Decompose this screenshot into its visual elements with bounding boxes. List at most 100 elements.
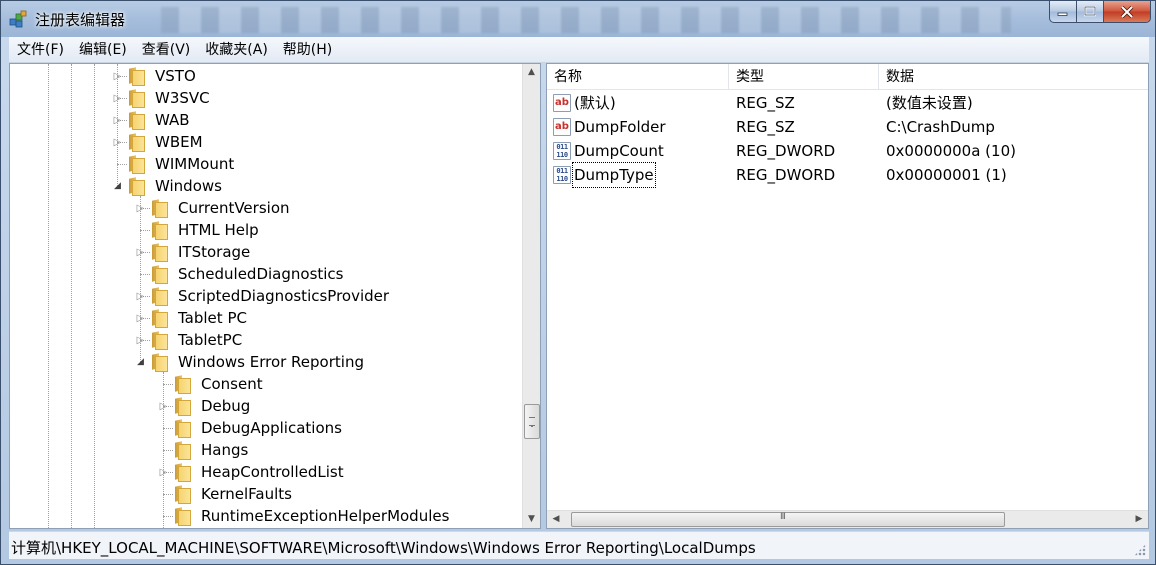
scroll-right-arrow-icon[interactable]: ▶ — [1130, 511, 1148, 528]
string-value-icon: ab — [553, 94, 571, 112]
tree-node-wimmount[interactable]: WIMMount — [155, 155, 234, 173]
folder-icon — [128, 67, 145, 86]
list-horizontal-scrollbar[interactable]: ◀ ▶ — [547, 510, 1148, 528]
folder-icon — [174, 463, 191, 482]
menu-bar: 文件(F) 编辑(E) 查看(V) 收藏夹(A) 帮助(H) — [9, 37, 1149, 63]
tree-node-wbem[interactable]: WBEM — [155, 133, 203, 151]
tree-node-html-help[interactable]: HTML Help — [178, 221, 259, 239]
string-value-icon: ab — [553, 118, 571, 136]
list-header: 名称 类型 数据 — [547, 64, 1148, 90]
folder-icon — [174, 441, 191, 460]
expand-arrow-icon[interactable] — [136, 314, 145, 323]
folder-icon — [128, 155, 145, 174]
tree-node-tablet-pc[interactable]: Tablet PC — [178, 309, 247, 327]
value-row[interactable]: 011 110 DumpType REG_DWORD 0x00000001 (1… — [547, 162, 1148, 188]
tree-node-tabletpc[interactable]: TabletPC — [178, 331, 242, 349]
value-type: REG_SZ — [736, 118, 795, 136]
window-title: 注册表编辑器 — [35, 11, 126, 29]
value-type: REG_DWORD — [736, 142, 836, 160]
folder-open-icon — [128, 177, 145, 196]
maximize-button[interactable] — [1077, 1, 1104, 23]
tree-vertical-scrollbar[interactable]: ▲ ▼ — [522, 64, 540, 528]
minimize-icon — [1057, 12, 1068, 16]
tree-node-debugapplications[interactable]: DebugApplications — [201, 419, 342, 437]
menu-favorites[interactable]: 收藏夹(A) — [197, 38, 275, 62]
value-name: (默认) — [574, 94, 616, 112]
column-header-data[interactable]: 数据 — [879, 64, 1148, 89]
folder-icon — [128, 89, 145, 108]
value-row[interactable]: ab (默认) REG_SZ (数值未设置) — [547, 91, 1148, 115]
tree-guide-line — [71, 64, 72, 528]
tree-node-windows[interactable]: Windows — [155, 177, 222, 195]
title-bar[interactable]: 注册表编辑器 — [1, 1, 1155, 37]
blurred-background — [161, 7, 1011, 33]
tree-node-kernelfaults[interactable]: KernelFaults — [201, 485, 292, 503]
value-data: (数值未设置) — [886, 94, 973, 112]
value-type: REG_SZ — [736, 94, 795, 112]
tree-node-itstorage[interactable]: ITStorage — [178, 243, 250, 261]
tree-node-scripteddiagnosticsprovider[interactable]: ScriptedDiagnosticsProvider — [178, 287, 389, 305]
scrollbar-thumb[interactable] — [571, 512, 1005, 527]
scroll-left-arrow-icon[interactable]: ◀ — [547, 511, 565, 528]
expand-arrow-icon[interactable] — [136, 336, 145, 345]
expand-arrow-icon[interactable] — [113, 138, 122, 147]
collapse-arrow-icon[interactable] — [113, 182, 122, 191]
expand-arrow-icon[interactable] — [113, 94, 122, 103]
folder-icon — [174, 375, 191, 394]
column-header-type[interactable]: 类型 — [729, 64, 879, 89]
tree-node-hangs[interactable]: Hangs — [201, 441, 248, 459]
close-button[interactable] — [1104, 1, 1151, 23]
tree-node-w3svc[interactable]: W3SVC — [155, 89, 210, 107]
folder-icon — [174, 397, 191, 416]
tree-node-runtimeexceptionhelpermodules[interactable]: RuntimeExceptionHelperModules — [201, 507, 449, 525]
dword-value-icon: 011 110 — [553, 142, 571, 160]
maximize-icon — [1084, 6, 1096, 17]
collapse-arrow-icon[interactable] — [136, 358, 145, 367]
value-data: C:\CrashDump — [886, 118, 995, 136]
scrollbar-thumb[interactable] — [524, 404, 540, 439]
value-row[interactable]: ab DumpFolder REG_SZ C:\CrashDump — [547, 115, 1148, 139]
resize-grip-icon[interactable] — [1134, 544, 1146, 556]
dword-value-icon: 011 110 — [553, 166, 571, 184]
menu-file[interactable]: 文件(F) — [9, 38, 71, 62]
tree-guide-line — [163, 516, 173, 517]
column-header-name[interactable]: 名称 — [547, 64, 729, 89]
expand-arrow-icon[interactable] — [113, 72, 122, 81]
menu-edit[interactable]: 编辑(E) — [71, 38, 134, 62]
tree-node-scheduleddiagnostics[interactable]: ScheduledDiagnostics — [178, 265, 344, 283]
tree-node-wab[interactable]: WAB — [155, 111, 190, 129]
minimize-button[interactable] — [1049, 1, 1077, 23]
tree-guide-line — [163, 384, 173, 385]
folder-icon — [128, 133, 145, 152]
tree-node-consent[interactable]: Consent — [201, 375, 263, 393]
expand-arrow-icon[interactable] — [113, 116, 122, 125]
expand-arrow-icon[interactable] — [136, 204, 145, 213]
folder-icon — [151, 287, 168, 306]
scroll-down-arrow-icon[interactable]: ▼ — [523, 511, 540, 528]
expand-arrow-icon[interactable] — [159, 468, 168, 477]
expand-arrow-icon[interactable] — [159, 402, 168, 411]
values-list-pane[interactable]: 名称 类型 数据 ab (默认) REG_SZ (数值未设置) ab DumpF… — [546, 63, 1149, 529]
tree-node-windows-error-reporting[interactable]: Windows Error Reporting — [178, 353, 364, 371]
scroll-up-arrow-icon[interactable]: ▲ — [523, 64, 540, 81]
value-row[interactable]: 011 110 DumpCount REG_DWORD 0x0000000a (… — [547, 139, 1148, 163]
tree-guide-line — [163, 494, 173, 495]
tree-node-debug[interactable]: Debug — [201, 397, 250, 415]
tree-node-currentversion[interactable]: CurrentVersion — [178, 199, 290, 217]
menu-view[interactable]: 查看(V) — [134, 38, 198, 62]
expand-arrow-icon[interactable] — [136, 292, 145, 301]
tree-node-heapcontrolledlist[interactable]: HeapControlledList — [201, 463, 344, 481]
folder-icon — [151, 331, 168, 350]
folder-icon — [174, 507, 191, 526]
folder-icon — [174, 419, 191, 438]
folder-icon — [151, 199, 168, 218]
folder-icon — [151, 221, 168, 240]
tree-guide-line — [140, 274, 150, 275]
tree-node-vsto[interactable]: VSTO — [155, 67, 196, 85]
tree-guide-line — [163, 450, 173, 451]
folder-open-icon — [151, 353, 168, 372]
key-tree-pane[interactable]: VSTO W3SVC WAB WBEM WIMMount Windows Cur… — [9, 63, 541, 529]
expand-arrow-icon[interactable] — [136, 248, 145, 257]
menu-help[interactable]: 帮助(H) — [275, 38, 339, 62]
value-data: 0x00000001 (1) — [886, 166, 1007, 184]
